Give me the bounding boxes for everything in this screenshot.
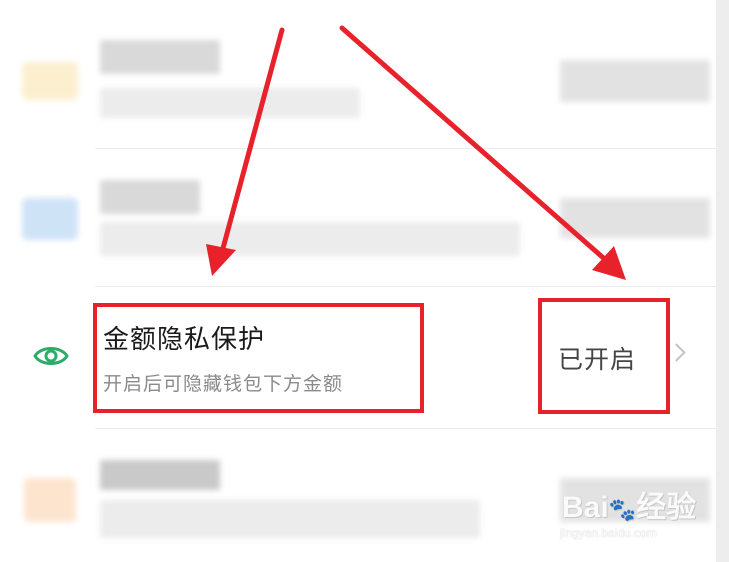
blurred-row-subtitle [100,500,480,538]
watermark-brand: Bai🐾经验 [562,482,696,526]
blurred-row-icon [24,478,76,522]
annotation-box-status [538,298,670,414]
eye-icon [33,347,69,365]
watermark-brand-suffix: 经验 [636,491,697,524]
blurred-row-title [100,40,220,74]
blurred-row-icon [22,62,78,100]
right-edge [716,0,729,562]
blurred-row-subtitle [100,222,520,256]
watermark-domain: jingyan.baidu.com [560,526,657,540]
paw-icon: 🐾 [608,497,637,522]
annotation-box-title [93,303,424,413]
blurred-row-title [100,180,200,214]
chevron-right-icon [667,343,686,362]
watermark-brand-prefix: Bai [562,491,609,524]
row-divider [95,286,716,287]
blurred-row-title [100,460,220,490]
blurred-row-value [560,198,710,238]
blurred-row-icon [22,198,78,240]
row-divider [95,428,716,429]
row-divider [95,148,716,149]
blurred-row-value [560,60,710,102]
blurred-row-subtitle [100,88,360,118]
settings-list: 金额隐私保护 开启后可隐藏钱包下方金额 已开启 [0,0,716,562]
baidu-watermark: Bai🐾经验 jingyan.baidu.com [560,482,720,556]
